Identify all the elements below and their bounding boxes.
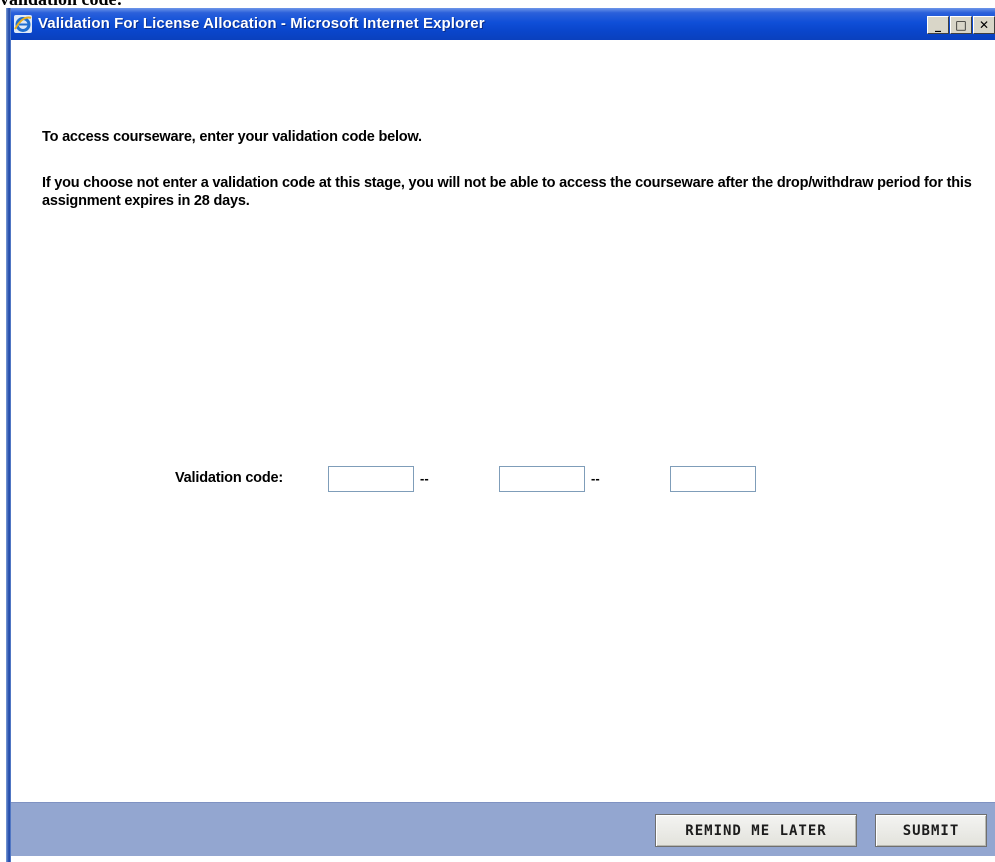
dialog-footer: REMIND ME LATER SUBMIT xyxy=(11,802,995,857)
minimize-button[interactable]: _ xyxy=(927,16,949,34)
window-controls: _ □ ✕ xyxy=(923,16,995,34)
drop-period-warning: If you choose not enter a validation cod… xyxy=(42,175,972,209)
validation-code-field-1[interactable] xyxy=(328,466,414,492)
dialog-window: Validation For License Allocation - Micr… xyxy=(6,8,995,862)
close-button[interactable]: ✕ xyxy=(973,16,995,34)
access-instruction: To access courseware, enter your validat… xyxy=(42,129,422,145)
validation-code-row: Validation code: -- -- xyxy=(11,464,995,492)
validation-code-label: Validation code: xyxy=(175,470,283,486)
maximize-button[interactable]: □ xyxy=(950,16,972,34)
code-separator: -- xyxy=(591,471,600,486)
submit-button[interactable]: SUBMIT xyxy=(875,814,987,847)
dialog-content: To access courseware, enter your validat… xyxy=(11,40,995,802)
validation-code-field-2[interactable] xyxy=(499,466,585,492)
internet-explorer-icon xyxy=(13,14,33,34)
validation-code-field-3[interactable] xyxy=(670,466,756,492)
remind-me-later-button[interactable]: REMIND ME LATER xyxy=(655,814,857,847)
window-title: Validation For License Allocation - Micr… xyxy=(38,15,485,32)
window-bottom-edge xyxy=(11,856,995,862)
code-separator: -- xyxy=(420,471,429,486)
title-bar[interactable]: Validation For License Allocation - Micr… xyxy=(6,8,995,40)
